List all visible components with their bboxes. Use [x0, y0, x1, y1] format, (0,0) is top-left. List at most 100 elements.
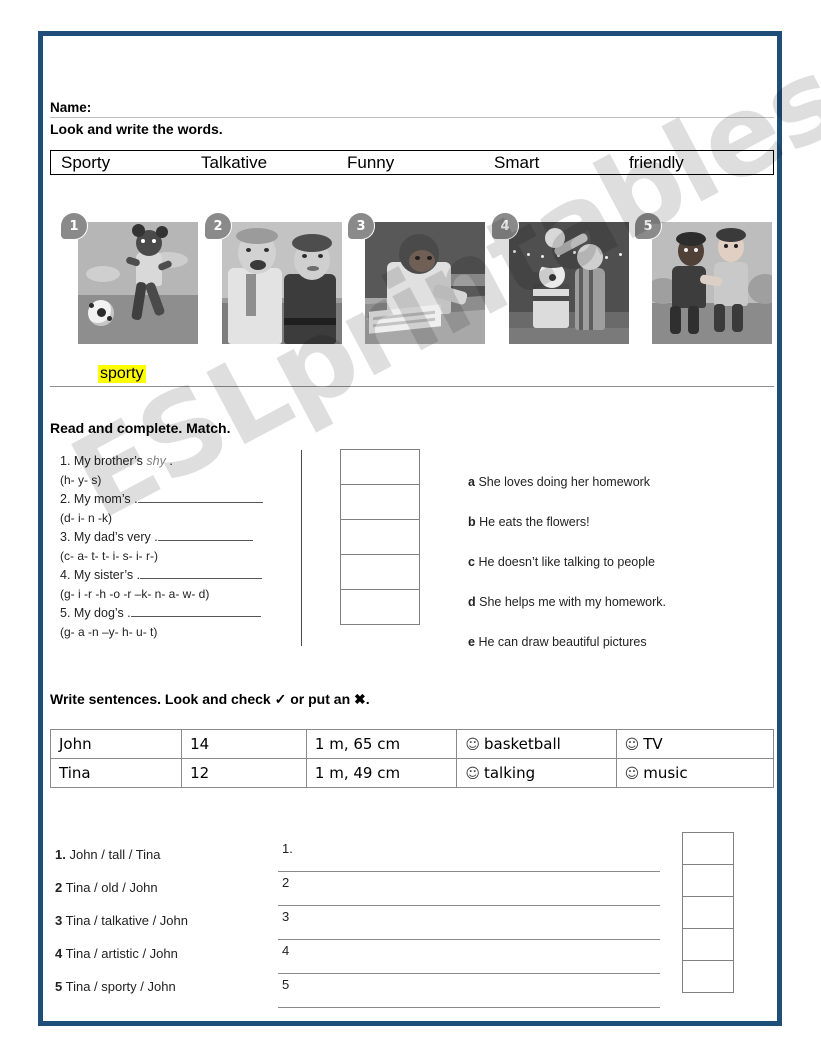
exercise-3-answer-line-2[interactable]: 2	[278, 872, 660, 906]
exercise-2-item-2-text: My mom’s .	[73, 492, 138, 506]
exercise-3-check-box-2[interactable]	[682, 864, 734, 897]
exercise-2-item-4-blank[interactable]	[140, 566, 263, 579]
exercise-2-option-e-text: He can draw beautiful pictures	[478, 635, 647, 649]
exercise-3-answer-line-1-number: 1.	[282, 841, 293, 856]
exercise-3-prompt-list: 1. John / tall / Tina 2 Tina / old / Joh…	[55, 838, 285, 1003]
exercise-3-prompt-5: 5 Tina / sporty / John	[55, 970, 285, 1003]
exercise-2-match-box-4[interactable]	[340, 554, 420, 590]
exercise-2-heading: Read and complete. Match.	[50, 420, 231, 436]
table-cell-height-john: 1 m, 65 cm	[305, 729, 458, 759]
picture-1-number-badge: 1	[61, 213, 87, 239]
exercise-2-item-5-number: 5.	[60, 606, 71, 620]
exercise-3-answer-line-3-number: 3	[282, 909, 290, 924]
exercise-3-check-box-5[interactable]	[682, 960, 734, 993]
exercise-3-prompt-2-text: Tina / old / John	[65, 880, 158, 895]
exercise-3-prompt-3: 3 Tina / talkative / John	[55, 904, 285, 937]
exercise-3-answer-line-5[interactable]: 5	[278, 974, 660, 1008]
table-cell-like2-john: ☺ TV	[615, 729, 775, 759]
exercise-3-answer-line-1[interactable]: 1.	[278, 838, 660, 872]
exercise-2-option-d-letter: d	[468, 595, 476, 609]
smiley-icon: ☺	[465, 766, 480, 782]
exercise-3-answer-line-4-number: 4	[282, 943, 290, 958]
table-row: Tina 12 1 m, 49 cm ☺ talking ☺ music	[49, 758, 775, 788]
exercise-2-item-3: 3. My dad’s very .	[60, 528, 300, 547]
check-mark-icon: ✓	[274, 691, 287, 707]
exercise-2-hint-1: (h- y- s)	[60, 473, 102, 487]
exercise-2-item-1: 1. My brother’s shy .	[60, 452, 300, 471]
exercise-2-item-4-text: My sister’s .	[73, 568, 141, 582]
picture-3-number-badge: 3	[348, 213, 374, 239]
worksheet-page: Name: Look and write the words. Sporty T…	[0, 0, 821, 1063]
picture-3-image	[365, 222, 485, 344]
exercise-3-prompt-5-number: 5	[55, 979, 63, 994]
exercise-2-item-1-answer[interactable]: shy	[146, 454, 165, 468]
exercise-2-option-b-letter: b	[468, 515, 476, 529]
exercise-1-answer-rule	[50, 386, 774, 387]
exercise-3-info-table: John 14 1 m, 65 cm ☺ basketball ☺ TV Tina …	[49, 729, 775, 788]
name-input-line[interactable]	[50, 117, 774, 118]
word-bank-box: Sporty Talkative Funny Smart friendly	[50, 150, 774, 175]
word-bank-item-1: Sporty	[61, 153, 111, 172]
smiley-icon: ☺	[465, 737, 480, 753]
picture-strip: 1 2 3 4 5	[50, 208, 774, 363]
exercise-3-answer-lines: 1. 2 3 4 5	[278, 838, 660, 1008]
smiley-icon: ☺	[624, 766, 640, 782]
exercise-2-item-2-blank[interactable]	[137, 490, 263, 503]
picture-1-image	[78, 222, 198, 344]
exercise-3-prompt-4-text: Tina / artistic / John	[65, 946, 178, 961]
word-bank-item-3: Funny	[347, 153, 395, 172]
exercise-3-prompt-3-number: 3	[55, 913, 63, 928]
exercise-3-check-box-3[interactable]	[682, 896, 734, 929]
table-cell-like1-john: ☺ basketball	[456, 729, 617, 759]
exercise-2-item-5-blank[interactable]	[130, 604, 261, 617]
picture-4-image	[509, 222, 629, 344]
exercise-3-prompt-1-text: John / tall / Tina	[69, 847, 161, 862]
exercise-3-answer-line-3[interactable]: 3	[278, 906, 660, 940]
table-cell-age-john: 14	[181, 729, 307, 759]
exercise-3-check-box-4[interactable]	[682, 928, 734, 961]
exercise-2-item-3-text: My dad’s very .	[73, 530, 158, 544]
exercise-2-item-2-number: 2.	[60, 492, 71, 506]
exercise-2-option-d-text: She helps me with my homework.	[479, 595, 667, 609]
exercise-2-match-box-2[interactable]	[340, 484, 420, 520]
exercise-2-option-d: d She helps me with my homework.	[468, 582, 768, 622]
table-cell-like1-tina-text: talking	[483, 764, 536, 782]
exercise-3-prompt-3-text: Tina / talkative / John	[65, 913, 188, 928]
exercise-3-answer-line-5-number: 5	[282, 977, 290, 992]
exercise-2-item-4-number: 4.	[60, 568, 71, 582]
exercise-2-hint-5: (g- a -n –y- h- u- t)	[60, 625, 158, 639]
exercise-3-heading-part3: .	[365, 691, 370, 707]
exercise-3-answer-line-4[interactable]: 4	[278, 940, 660, 974]
exercise-2-hint-4: (g- i -r -h -o -r –k- n- a- w- d)	[60, 587, 210, 601]
picture-5-image	[652, 222, 772, 344]
exercise-2-item-1-period: .	[169, 454, 173, 468]
picture-2-number-badge: 2	[205, 213, 231, 239]
exercise-3-prompt-5-text: Tina / sporty / John	[65, 979, 176, 994]
exercise-2-item-1-text: My brother’s	[73, 454, 143, 468]
exercise-3-prompt-4-number: 4	[55, 946, 63, 961]
exercise-2-match-box-3[interactable]	[340, 519, 420, 555]
exercise-1-heading: Look and write the words.	[50, 121, 223, 137]
exercise-2-item-3-blank[interactable]	[157, 528, 253, 541]
picture-4-number-badge: 4	[492, 213, 518, 239]
exercise-2-match-box-column	[340, 449, 420, 625]
picture-2: 2	[205, 213, 342, 344]
exercise-2-sentence-list: 1. My brother’s shy . (h- y- s) 2. My mo…	[60, 452, 300, 642]
exercise-1-answer-1[interactable]: sporty	[98, 365, 146, 383]
table-cell-name-tina: Tina	[49, 758, 183, 788]
word-bank-item-4: Smart	[494, 153, 540, 172]
exercise-2-match-box-1[interactable]	[340, 449, 420, 485]
exercise-2-item-5: 5. My dog’s .	[60, 604, 300, 623]
name-field-row: Name:	[50, 100, 774, 118]
word-bank-item-2: Talkative	[201, 153, 268, 172]
exercise-2-option-b-text: He eats the flowers!	[479, 515, 590, 529]
exercise-3-check-box-1[interactable]	[682, 832, 734, 865]
name-label: Name:	[50, 100, 92, 115]
exercise-3-prompt-1: 1. John / tall / Tina	[55, 838, 285, 871]
table-cell-like1-john-text: basketball	[483, 735, 561, 753]
exercise-2-option-list: a She loves doing her homework b He eats…	[468, 462, 768, 662]
exercise-3-prompt-1-number: 1.	[55, 847, 66, 862]
exercise-2-item-2: 2. My mom’s .	[60, 490, 300, 509]
exercise-2-match-box-5[interactable]	[340, 589, 420, 625]
picture-5-number-badge: 5	[635, 213, 661, 239]
